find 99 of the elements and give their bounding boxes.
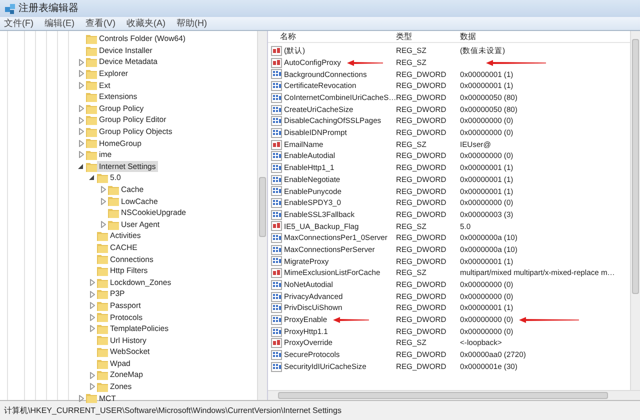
collapsed-arrow-icon[interactable]: [90, 314, 94, 321]
callout-arrow: [486, 60, 546, 66]
menu-item[interactable]: 收藏夹(A): [126, 16, 166, 30]
number-value-icon: [271, 244, 282, 255]
scrollbar[interactable]: [268, 390, 640, 400]
folder-icon: [97, 289, 108, 300]
folder-icon: [86, 92, 97, 102]
collapsed-arrow-icon[interactable]: [100, 221, 106, 228]
folder-icon: [108, 196, 119, 206]
collapsed-arrow-icon[interactable]: [90, 279, 94, 286]
string-value-icon: [271, 221, 282, 232]
collapsed-arrow-icon[interactable]: [100, 186, 106, 194]
menu-item[interactable]: 查看(V): [86, 16, 116, 30]
collapsed-arrow-icon[interactable]: [78, 116, 84, 124]
number-value-icon: [271, 280, 282, 290]
string-value-icon: [271, 140, 282, 150]
number-value-icon: [271, 174, 282, 185]
folder-icon: [97, 242, 108, 253]
collapsed-arrow-icon[interactable]: [90, 325, 94, 332]
collapsed-arrow-icon[interactable]: [90, 383, 94, 390]
menu-item[interactable]: 帮助(H): [176, 16, 207, 30]
number-value-icon: [271, 314, 282, 325]
collapsed-arrow-icon[interactable]: [78, 394, 84, 402]
folder-icon: [86, 104, 97, 114]
folder-icon: [108, 220, 119, 230]
collapsed-arrow-icon[interactable]: [78, 128, 84, 136]
folder-icon: [86, 80, 97, 90]
collapsed-arrow-icon[interactable]: [78, 58, 84, 66]
menu-item[interactable]: 文件(F): [4, 16, 34, 30]
string-value-icon: [271, 338, 282, 348]
folder-icon: [97, 347, 108, 358]
number-value-icon: [271, 362, 282, 372]
registry-icon: [4, 2, 16, 14]
collapsed-arrow-icon[interactable]: [78, 151, 84, 158]
scrollbar[interactable]: [257, 31, 267, 400]
collapsed-arrow-icon[interactable]: [90, 290, 94, 298]
number-value-icon: [271, 326, 282, 337]
number-value-icon: [271, 303, 282, 314]
folder-icon: [97, 300, 108, 311]
collapsed-arrow-icon[interactable]: [90, 302, 94, 310]
folder-icon: [86, 138, 97, 148]
number-value-icon: [271, 292, 282, 302]
number-value-icon: [271, 210, 282, 220]
folder-icon: [108, 208, 119, 218]
folder-icon: [97, 335, 108, 346]
collapsed-arrow-icon[interactable]: [78, 82, 84, 89]
folder-icon: [86, 57, 97, 68]
number-value-icon: [271, 233, 282, 244]
number-value-icon: [271, 198, 282, 208]
folder-icon: [97, 231, 108, 242]
folder-icon: [86, 393, 97, 404]
callout-arrow: [346, 60, 383, 66]
folder-icon: [108, 184, 119, 195]
folder-icon: [86, 115, 97, 126]
number-value-icon: [271, 151, 282, 162]
folder-icon: [97, 370, 108, 380]
column-header[interactable]: 类型: [396, 32, 412, 41]
number-value-icon: [271, 128, 282, 138]
folder-icon: [86, 34, 97, 44]
column-header[interactable]: 数据: [460, 30, 476, 42]
folder-icon: [97, 382, 108, 392]
folder-icon: [97, 254, 108, 264]
folder-icon: [97, 266, 108, 276]
folder-icon: [97, 173, 108, 184]
menu-item[interactable]: 编辑(E): [44, 16, 74, 30]
folder-icon: [86, 46, 97, 56]
number-value-icon: [271, 350, 282, 360]
folder-icon: [86, 68, 97, 79]
column-header[interactable]: 名称: [280, 31, 296, 42]
collapsed-arrow-icon[interactable]: [100, 198, 106, 205]
folder-icon: [97, 312, 108, 322]
number-value-icon: [271, 104, 282, 115]
callout-arrow: [333, 316, 370, 323]
collapsed-arrow-icon[interactable]: [78, 140, 84, 147]
number-value-icon: [271, 92, 282, 103]
number-value-icon: [271, 256, 282, 266]
folder-icon: [86, 150, 97, 160]
folder-icon: [97, 358, 108, 369]
folder-icon: [97, 324, 108, 334]
window-title: 注册表编辑器: [18, 2, 78, 16]
number-value-icon: [271, 69, 282, 80]
expanded-arrow-icon[interactable]: [78, 164, 84, 170]
folder-icon: [86, 162, 97, 172]
number-value-icon: [271, 186, 282, 196]
status-path: 计算机\HKEY_CURRENT_USER\Software\Microsoft\Windows\CurrentVersion\Internet Settings: [4, 404, 342, 416]
number-value-icon: [271, 116, 282, 126]
string-value-icon: [271, 46, 282, 56]
callout-arrow: [519, 316, 580, 323]
folder-icon: [86, 126, 97, 137]
collapsed-arrow-icon[interactable]: [78, 105, 84, 112]
number-value-icon: [271, 162, 282, 173]
number-value-icon: [271, 81, 282, 92]
collapsed-arrow-icon[interactable]: [90, 372, 94, 379]
string-value-icon: [271, 58, 282, 68]
expanded-arrow-icon[interactable]: [89, 175, 95, 182]
collapsed-arrow-icon[interactable]: [78, 70, 84, 78]
string-value-icon: [271, 268, 282, 278]
folder-icon: [97, 278, 108, 288]
scrollbar[interactable]: [630, 31, 640, 390]
